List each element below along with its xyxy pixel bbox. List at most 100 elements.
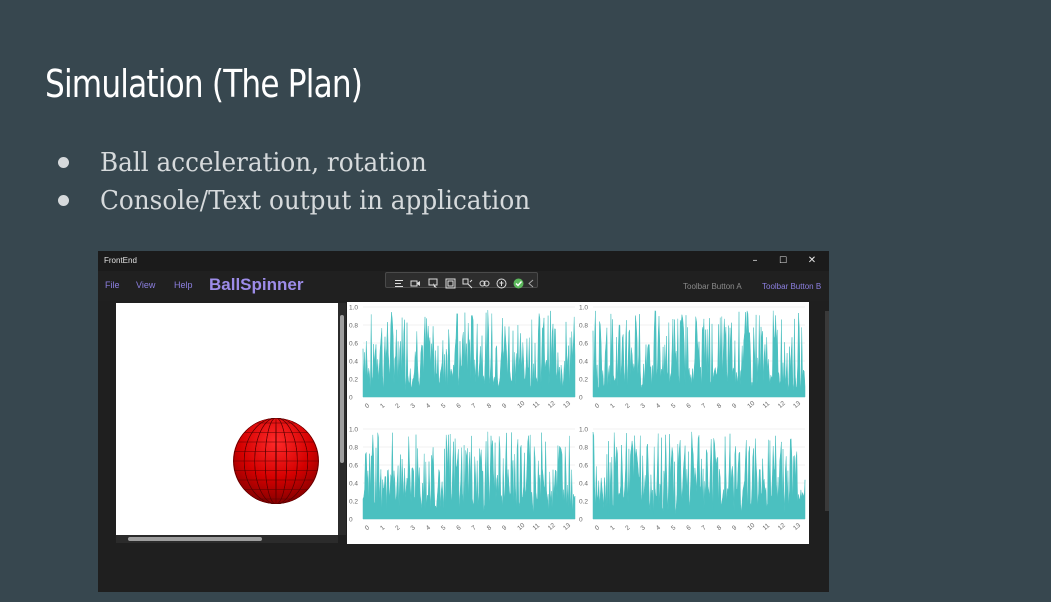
x-tick-label: 11 [762, 400, 772, 410]
x-tick-label: 10 [516, 522, 526, 532]
x-tick-label: 5 [670, 402, 678, 410]
select-element-icon[interactable] [428, 274, 439, 288]
x-tick-label: 0 [364, 402, 372, 410]
x-tick-label: 9 [731, 402, 739, 410]
camera-icon[interactable] [410, 274, 421, 287]
ball-viewport[interactable] [116, 303, 338, 535]
x-tick-label: 3 [640, 524, 648, 532]
x-tick-label: 2 [394, 402, 402, 410]
bullet-dot-icon [58, 195, 69, 206]
y-tick-label: 0 [579, 395, 583, 402]
series-area [592, 431, 806, 520]
menu-file[interactable]: File [105, 280, 120, 290]
maximize-button[interactable]: ☐ [770, 253, 796, 269]
x-tick-label: 12 [777, 400, 787, 410]
y-tick-label: 1.0 [579, 305, 588, 312]
y-tick-label: 0.8 [579, 445, 588, 452]
chart-2: 00.20.40.60.81.00 1 2 3 4 5 6 7 8 9 10 11 12 13 [579, 305, 806, 410]
x-tick-label: 0 [594, 524, 602, 532]
x-tick-label: 1 [609, 524, 617, 532]
x-tick-label: 8 [716, 402, 724, 410]
x-tick-label: 5 [440, 402, 448, 410]
scroll-thumb[interactable] [128, 537, 262, 541]
toolbar-button-a[interactable]: Toolbar Button A [683, 282, 742, 291]
x-tick-label: 13 [562, 522, 572, 532]
app-brand: BallSpinner [209, 275, 304, 294]
display-layout-icon[interactable] [445, 274, 456, 289]
x-tick-label: 3 [410, 524, 418, 532]
y-tick-label: 0.8 [349, 323, 358, 330]
right-edge-scrollbar[interactable] [825, 311, 829, 511]
x-tick-label: 8 [486, 524, 494, 532]
x-tick-label: 4 [655, 402, 663, 410]
x-tick-label: 6 [455, 402, 463, 410]
window-titlebar: FrontEnd – ☐ ✕ [98, 251, 829, 271]
menu-bar: File View Help BallSpinner Toolbar Butto… [98, 271, 829, 301]
y-tick-label: 0.6 [349, 341, 358, 348]
x-tick-label: 5 [440, 524, 448, 532]
x-tick-label: 13 [792, 400, 802, 410]
track-focus-icon[interactable] [462, 274, 473, 289]
x-tick-label: 4 [655, 524, 663, 532]
slide-title: Simulation (The Plan) [45, 62, 363, 106]
y-tick-label: 0.4 [579, 359, 588, 366]
x-tick-label: 1 [379, 402, 387, 410]
x-tick-label: 6 [685, 402, 693, 410]
y-tick-label: 0 [349, 395, 353, 402]
x-tick-label: 13 [562, 400, 572, 410]
chart-3: 00.20.40.60.81.00 1 2 3 4 5 6 7 8 9 10 11 12 13 [349, 427, 576, 532]
charts-svg: 00.20.40.60.81.00 1 2 3 4 5 6 7 8 9 10 11 12 1300.20.… [349, 305, 806, 532]
x-tick-label: 0 [364, 524, 372, 532]
y-tick-label: 0.6 [579, 341, 588, 348]
y-tick-label: 0.4 [579, 481, 588, 488]
bullet-dot-icon [58, 157, 69, 168]
x-tick-label: 10 [746, 522, 756, 532]
x-tick-label: 7 [471, 524, 479, 532]
collapse-icon[interactable] [527, 274, 535, 288]
x-tick-label: 8 [716, 524, 724, 532]
series-area [362, 310, 576, 398]
x-tick-label: 12 [547, 400, 557, 410]
minimize-button[interactable]: – [742, 253, 768, 269]
binding-failures-icon[interactable] [479, 274, 490, 287]
x-tick-label: 3 [410, 402, 418, 410]
x-tick-label: 13 [792, 522, 802, 532]
y-tick-label: 1.0 [349, 305, 358, 312]
y-tick-label: 0.2 [579, 499, 588, 506]
x-tick-label: 12 [547, 522, 557, 532]
y-tick-label: 0.2 [349, 499, 358, 506]
chart-4: 00.20.40.60.81.00 1 2 3 4 5 6 7 8 9 10 11 12 13 [579, 427, 806, 532]
menu-view[interactable]: View [136, 280, 155, 290]
live-tree-icon[interactable] [394, 274, 405, 287]
accessibility-icon[interactable] [496, 274, 507, 289]
debug-toolbar [385, 272, 538, 289]
viewport-vertical-scrollbar[interactable] [338, 303, 346, 535]
chart-1: 00.20.40.60.81.00 1 2 3 4 5 6 7 8 9 10 11 12 13 [349, 305, 576, 410]
menu-help[interactable]: Help [174, 280, 193, 290]
x-tick-label: 7 [701, 524, 709, 532]
scroll-thumb[interactable] [340, 315, 344, 463]
toolbar-button-b[interactable]: Toolbar Button B [762, 282, 821, 291]
bullet-text: Ball acceleration, rotation [100, 148, 427, 178]
x-tick-label: 10 [746, 400, 756, 410]
x-tick-label: 9 [731, 524, 739, 532]
x-tick-label: 8 [486, 402, 494, 410]
viewport-horizontal-scrollbar[interactable] [116, 535, 338, 543]
y-tick-label: 0.6 [349, 463, 358, 470]
x-tick-label: 4 [425, 524, 433, 532]
y-tick-label: 0.2 [349, 377, 358, 384]
spinning-ball [233, 418, 319, 504]
y-tick-label: 1.0 [349, 427, 358, 434]
x-tick-label: 11 [762, 522, 772, 532]
x-tick-label: 2 [624, 402, 632, 410]
x-tick-label: 1 [609, 402, 617, 410]
check-icon[interactable] [513, 274, 524, 289]
series-area [592, 310, 806, 398]
close-button[interactable]: ✕ [799, 253, 825, 269]
x-tick-label: 12 [777, 522, 787, 532]
y-tick-label: 0.6 [579, 463, 588, 470]
y-tick-label: 0 [579, 517, 583, 524]
y-tick-label: 0.8 [349, 445, 358, 452]
x-tick-label: 0 [594, 402, 602, 410]
x-tick-label: 11 [532, 400, 542, 410]
